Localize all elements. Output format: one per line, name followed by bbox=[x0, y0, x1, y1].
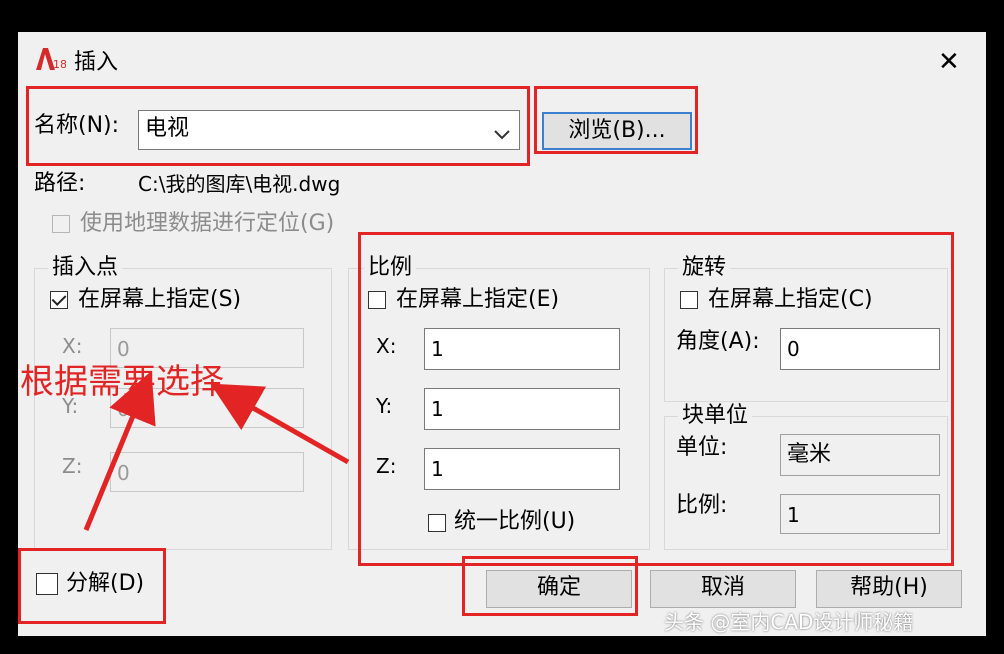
annotation-arrows bbox=[83, 370, 350, 531]
watermark-text: 头条 @室内CAD设计师秘籍 bbox=[664, 610, 914, 634]
insert-dialog: 18 插入 ✕ 名称(N): 电视 浏览(B)... 路径: C:\我的图库\电… bbox=[18, 32, 986, 636]
